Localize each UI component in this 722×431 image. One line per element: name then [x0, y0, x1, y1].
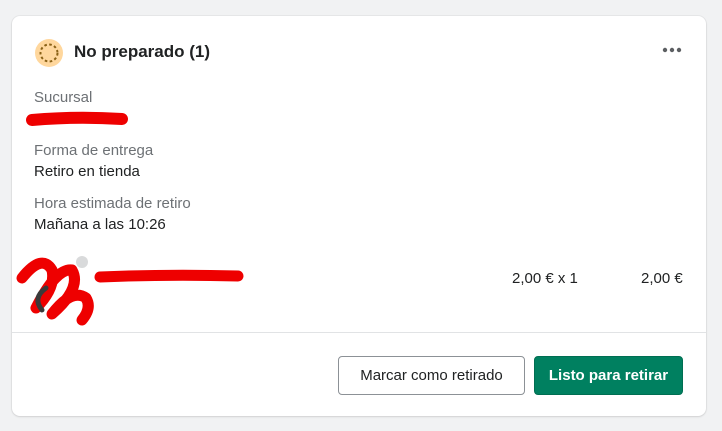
ready-for-pickup-button[interactable]: Listo para retirar [534, 356, 683, 395]
mark-as-picked-up-button[interactable]: Marcar como retirado [338, 356, 525, 395]
more-actions-icon[interactable] [660, 38, 684, 62]
line-item-unit-price: 2,00 € x 1 [512, 270, 578, 287]
redacted-branch-value [26, 111, 128, 126]
card-header: No preparado (1) [34, 38, 684, 67]
line-item-total: 2,00 € [641, 270, 683, 287]
pickup-time-label: Hora estimada de retiro [34, 195, 191, 212]
status-title: No preparado (1) [74, 42, 211, 61]
delivery-method-value: Retiro en tienda [34, 163, 140, 180]
redacted-product-image [16, 256, 94, 326]
pickup-time-value: Mañana a las 10:26 [34, 216, 166, 233]
redacted-product-name [94, 269, 244, 283]
incomplete-circle-icon [35, 39, 63, 67]
branch-label: Sucursal [34, 89, 93, 106]
card-divider [12, 332, 706, 333]
fulfillment-card: No preparado (1) Sucursal Forma de entre… [12, 16, 706, 416]
delivery-method-label: Forma de entrega [34, 142, 154, 159]
